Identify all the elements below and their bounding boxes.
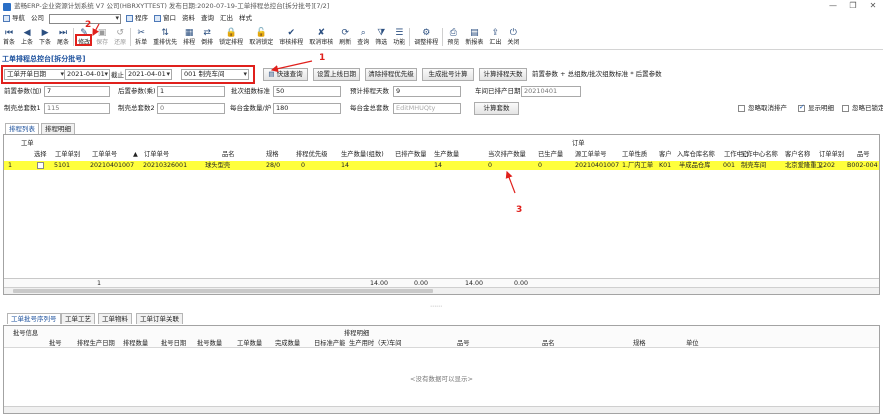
annotation-arrow-3 (505, 170, 516, 194)
annotation-arrows (92, 23, 516, 194)
annotation-arrow-1 (270, 60, 313, 73)
annotation-arrow-2 (92, 23, 100, 37)
